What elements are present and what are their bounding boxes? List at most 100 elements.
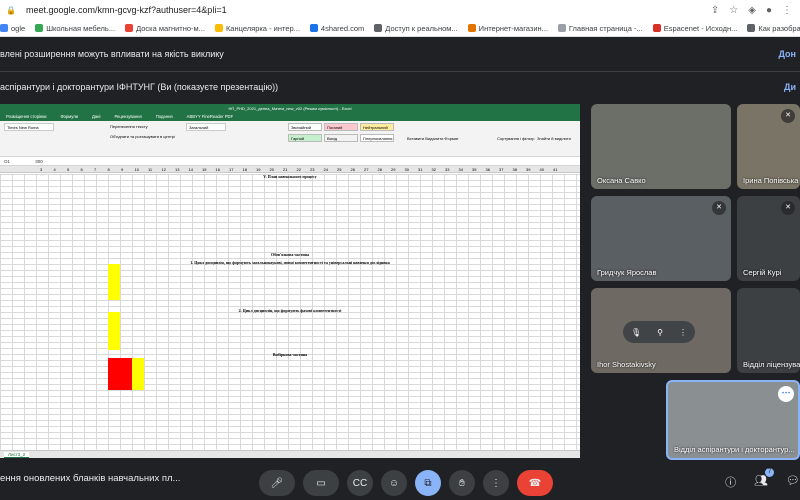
self-view-tile[interactable]: ⋯ Відділ аспірантури і докторантур...: [666, 380, 800, 460]
bookmark-label: Доступ к реальном...: [385, 23, 458, 33]
presentation-action-button[interactable]: Ди: [784, 82, 796, 92]
captions-button[interactable]: CC: [347, 470, 373, 496]
column-header: 29: [391, 167, 396, 172]
excel-ribbon-tabs: Розміщення сторінки Формули Дані Рецензуван…: [0, 113, 580, 121]
part-1-title: 1. Цикл дисциплін, що формують загальнон…: [190, 260, 390, 265]
column-header: 23: [310, 167, 315, 172]
profile-icon[interactable]: ●: [766, 5, 772, 16]
meeting-controls-bar: ення оновлених бланків навчальних пл... …: [0, 462, 800, 500]
excel-ribbon: Times New Roma Перенесення тексту Об'єдн…: [0, 121, 580, 157]
elective-title: Вибіркова частина: [272, 352, 308, 357]
mic-button[interactable]: 🎤︎: [259, 470, 295, 496]
captions-icon: CC: [352, 477, 368, 489]
meeting-title: ення оновлених бланків навчальних пл...: [0, 473, 181, 484]
excel-tab: ABBYY FineReader PDF: [186, 114, 234, 119]
column-header: 35: [472, 167, 477, 172]
formula-value: 300: [35, 159, 43, 164]
bookmark-item[interactable]: Интернет-магазин...: [467, 24, 548, 33]
participant-tile[interactable]: Відділ ліцензува: [737, 288, 800, 373]
find-select-button: Знайти й виділити: [537, 136, 571, 141]
wrap-text-button: Перенесення тексту: [110, 124, 148, 129]
bookmark-item[interactable]: Канцелярка - интер...: [214, 24, 300, 33]
sheet-tab[interactable]: Лист3_2: [4, 452, 30, 458]
section-title: V. План навчального процесу: [263, 174, 317, 179]
column-header: 27: [364, 167, 369, 172]
bookmark-favicon-icon: [309, 24, 318, 32]
participant-hover-controls[interactable]: 🎙 ⚲ ⋮: [623, 321, 695, 343]
share-icon[interactable]: ⇪: [711, 5, 719, 16]
emoji-button[interactable]: ☺: [381, 470, 407, 496]
bookmark-item[interactable]: Школьная мебель...: [35, 24, 115, 33]
people-button[interactable]: 👥︎ 7: [754, 468, 775, 490]
bookmark-favicon-icon: [0, 24, 8, 32]
more-options-icon[interactable]: ⋯: [778, 386, 794, 402]
mic-icon: 🎤︎: [270, 477, 284, 489]
lock-icon: 🔒: [6, 5, 16, 15]
chat-icon[interactable]: 💬︎: [786, 474, 800, 490]
column-header: 12: [161, 167, 166, 172]
column-header: 13: [175, 167, 180, 172]
cell-style-swatch: Вихід: [324, 134, 358, 142]
bookmark-item[interactable]: Главная страница -...: [557, 24, 643, 33]
pin-icon[interactable]: ⚲: [657, 328, 663, 337]
column-header: 40: [539, 167, 544, 172]
people-count: 7: [765, 468, 775, 477]
present-button[interactable]: ⧉: [415, 470, 441, 496]
bookmark-item[interactable]: Доска магнитно-м...: [125, 24, 205, 33]
url-text[interactable]: meet.google.com/kmn-gcvg-kzf?authuser=4&…: [26, 5, 711, 15]
mic-icon[interactable]: 🎙: [631, 328, 641, 337]
column-header: 31: [418, 167, 423, 172]
more-icon: ⋮: [491, 477, 501, 489]
shared-screen: НП_PHD_2021_денна_Матем_new_v02 (Режим с…: [0, 104, 580, 458]
menu-icon[interactable]: ⋮: [782, 5, 792, 16]
bookmark-item[interactable]: Как разобрать ноут...: [747, 24, 800, 33]
block-title: Обов'язкова частина: [271, 252, 309, 257]
extension-icon[interactable]: ◈: [748, 5, 756, 16]
column-header: 7: [94, 167, 97, 172]
bookmark-favicon-icon: [35, 24, 44, 32]
bookmark-item[interactable]: Espacenet - Исходн...: [652, 24, 737, 33]
column-header: 9: [121, 167, 124, 172]
more-icon[interactable]: ⋮: [679, 328, 687, 337]
highlight-yellow-3: [132, 358, 144, 390]
bookmark-label: Школьная мебель...: [46, 23, 116, 33]
present-icon: ⧉: [424, 477, 432, 489]
participant-tile[interactable]: ✕ Ірина Попівська: [737, 104, 800, 189]
bookmark-favicon-icon: [652, 24, 661, 32]
raise-hand-icon: ✋︎: [459, 477, 465, 489]
cell-style-swatch: Нейтральний: [360, 123, 394, 131]
participant-name: Відділ ліцензува: [743, 360, 800, 369]
notice-text: влені розширення можуть впливати на якіс…: [0, 49, 224, 59]
bookmark-item[interactable]: 4shared.com: [309, 23, 365, 33]
column-header: 16: [215, 167, 220, 172]
column-header: 28: [377, 167, 382, 172]
participant-tile[interactable]: Оксана Савко: [591, 104, 731, 189]
camera-button[interactable]: ▭: [303, 470, 339, 496]
column-header: 21: [283, 167, 288, 172]
participant-name: Ihor Shostakivsky: [597, 360, 656, 369]
bookmark-label: Как разобрать ноут...: [758, 23, 800, 33]
bookmark-favicon-icon: [557, 24, 566, 32]
notice-action-link[interactable]: Дон: [779, 49, 796, 59]
column-header: 30: [404, 167, 409, 172]
participant-tile[interactable]: ✕ Сергій Курі: [737, 196, 800, 281]
insert-delete-format: Вставити Видалити Формат: [407, 136, 459, 141]
participant-tile[interactable]: ✕ Гридчук Ярослав: [591, 196, 731, 281]
bookmark-item[interactable]: ogle: [0, 24, 25, 33]
mic-off-icon: ✕: [712, 201, 726, 215]
bookmark-label: 4shared.com: [320, 23, 365, 33]
cell-style-swatch: Гіперпосилання: [360, 134, 394, 142]
bookmarks-bar: ogle Школьная мебель... Доска магнитно-м..…: [0, 20, 800, 37]
column-header: 33: [445, 167, 450, 172]
more-options-button[interactable]: ⋮: [483, 470, 509, 496]
bookmark-label: ogle: [11, 23, 26, 33]
bookmark-item[interactable]: Доступ к реальном...: [374, 23, 458, 33]
number-format-box: Загальний: [186, 123, 226, 131]
column-header: 36: [485, 167, 490, 172]
end-call-button[interactable]: ☎︎: [517, 470, 553, 496]
info-icon[interactable]: ⓘ: [725, 474, 736, 490]
formula-bar: O1 300: [0, 157, 580, 166]
address-bar[interactable]: 🔒 meet.google.com/kmn-gcvg-kzf?authuser=…: [0, 0, 800, 20]
raise-hand-button[interactable]: ✋︎: [449, 470, 475, 496]
star-icon[interactable]: ☆: [729, 5, 738, 16]
